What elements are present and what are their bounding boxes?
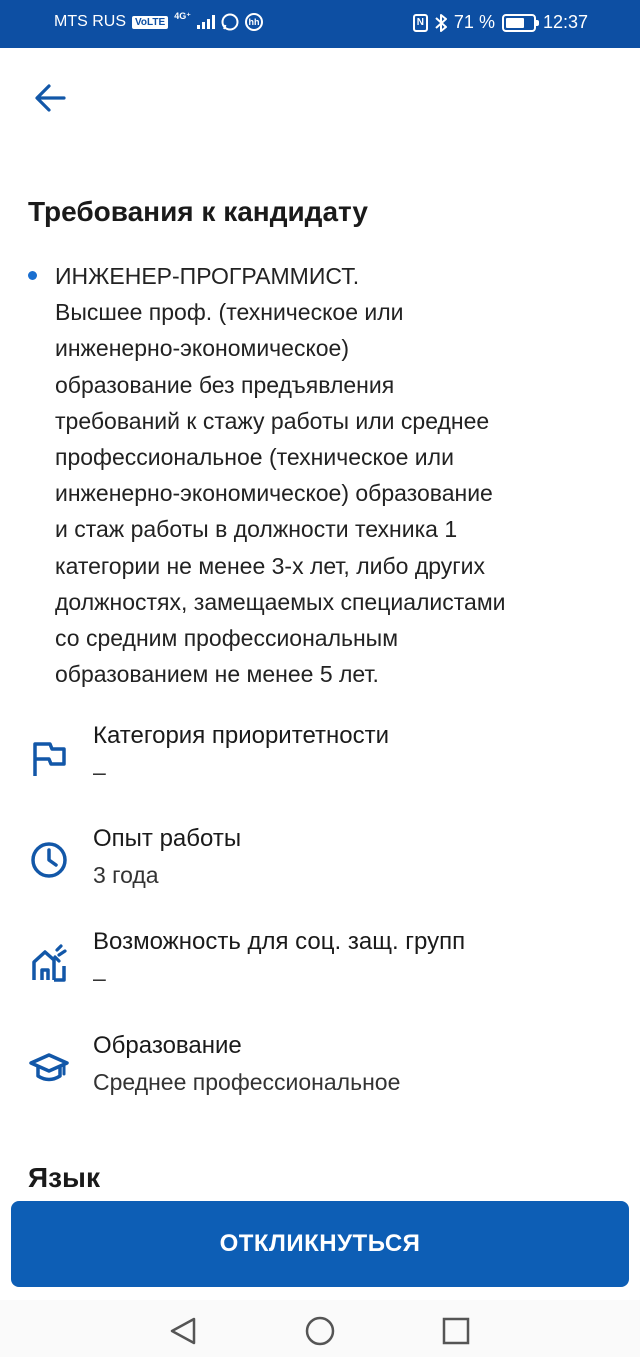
education-value: Среднее профессиональное xyxy=(93,1069,401,1095)
experience-label: Опыт работы xyxy=(93,825,242,852)
requirements-title: Требования к кандидату xyxy=(28,196,369,227)
whatsapp-icon xyxy=(221,13,239,31)
signal-icon xyxy=(196,15,215,29)
language-title: Язык xyxy=(28,1162,100,1193)
clock-time: 12:37 xyxy=(542,12,588,32)
battery-icon xyxy=(501,13,539,32)
bluetooth-icon xyxy=(435,13,447,32)
requirement-text: ИНЖЕНЕР-ПРОГРАММИСТ. Высшее проф. (техни… xyxy=(55,263,506,688)
battery-fill xyxy=(505,17,525,28)
list-item: ИНЖЕНЕР-ПРОГРАММИСТ. Высшее проф. (техни… xyxy=(28,258,618,692)
carrier-name: MTS RUS xyxy=(54,13,126,30)
graduation-cap-icon xyxy=(29,1053,69,1082)
nfc-icon: N xyxy=(412,13,428,32)
flag-icon xyxy=(33,742,66,776)
nav-recents-button[interactable] xyxy=(439,1314,473,1348)
nav-home-icon xyxy=(305,1316,335,1346)
clock-icon xyxy=(31,842,67,878)
priority-label: Категория приоритетности xyxy=(93,722,389,749)
battery-percent: 71 % xyxy=(453,12,495,32)
hh-icon: hh xyxy=(244,13,263,31)
status-bar: MTS RUS VoLTE 4G⁺ hh N 71 % 12:37 xyxy=(0,0,640,48)
experience-value: 3 года xyxy=(93,862,159,888)
navigation-bar xyxy=(0,1300,640,1357)
nav-back-button[interactable] xyxy=(166,1314,200,1348)
apply-button[interactable]: ОТКЛИКНУТЬСЯ xyxy=(11,1201,629,1287)
education-label: Образование xyxy=(93,1032,242,1059)
back-button[interactable] xyxy=(30,80,70,116)
network-type: 4G⁺ xyxy=(174,10,191,21)
priority-value: – xyxy=(93,759,106,785)
status-left: MTS RUS VoLTE 4G⁺ hh xyxy=(54,10,263,31)
bullet-icon xyxy=(28,271,37,280)
volte-badge: VoLTE xyxy=(132,15,169,29)
house-icon xyxy=(32,944,67,982)
nav-back-icon xyxy=(170,1317,196,1345)
social-groups-label: Возможность для соц. защ. групп xyxy=(93,928,466,955)
nav-recents-icon xyxy=(442,1317,470,1345)
arrow-left-icon xyxy=(35,84,66,112)
nav-home-button[interactable] xyxy=(303,1314,337,1348)
status-right: N 71 % 12:37 xyxy=(412,12,588,33)
social-groups-value: – xyxy=(93,965,106,991)
requirements-list: ИНЖЕНЕР-ПРОГРАММИСТ. Высшее проф. (техни… xyxy=(28,258,618,692)
